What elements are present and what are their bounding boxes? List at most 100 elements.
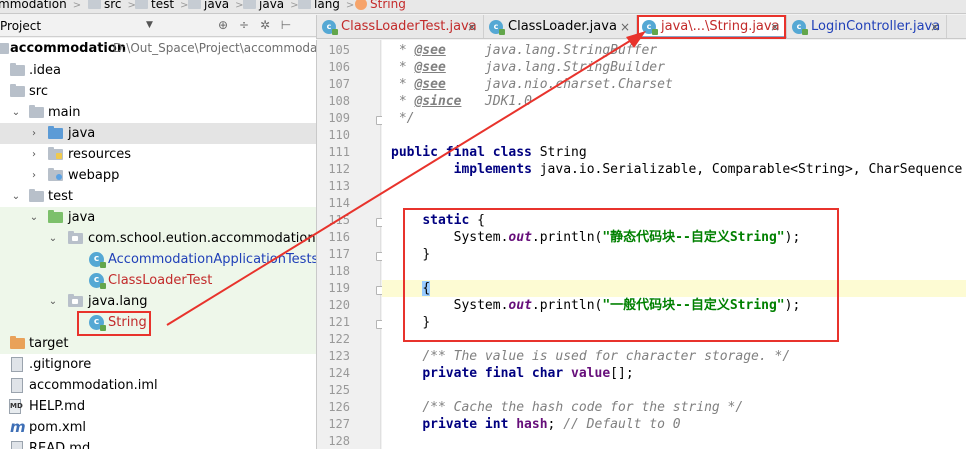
chevron-down-icon[interactable]: ⌄ bbox=[10, 102, 22, 123]
code-line-126: /** Cache the hash code for the string *… bbox=[422, 400, 744, 415]
tree-node-webapp[interactable]: › webapp bbox=[0, 165, 316, 186]
line-number: 107 bbox=[328, 77, 350, 91]
line-number: 122 bbox=[328, 332, 350, 346]
line-number: 123 bbox=[328, 349, 350, 363]
breadcrumb-item-string[interactable]: String bbox=[355, 0, 406, 12]
package-icon bbox=[68, 231, 83, 244]
collapse-all-icon[interactable]: ÷ bbox=[236, 17, 252, 33]
gear-icon[interactable]: ✲ bbox=[257, 17, 273, 33]
resources-folder-icon bbox=[48, 147, 63, 160]
line-number: 105 bbox=[328, 43, 350, 57]
source-folder-icon bbox=[48, 126, 63, 139]
close-icon[interactable]: × bbox=[620, 15, 630, 38]
line-number: 125 bbox=[328, 383, 350, 397]
line-number: 117 bbox=[328, 247, 350, 261]
tree-node-string[interactable]: c String bbox=[0, 312, 316, 333]
class-icon bbox=[355, 0, 367, 10]
tree-node-target[interactable]: target bbox=[0, 333, 316, 354]
tab-string[interactable]: c java\...\String.java × bbox=[637, 15, 787, 38]
tree-node-package[interactable]: ⌄ com.school.eution.accommodation bbox=[0, 228, 316, 249]
tree-node-main[interactable]: ⌄ main bbox=[0, 102, 316, 123]
breadcrumb-item-lang[interactable]: lang > bbox=[298, 0, 354, 12]
code-line-109: */ bbox=[391, 111, 415, 126]
folder-icon bbox=[188, 0, 201, 9]
line-number: 127 bbox=[328, 417, 350, 431]
project-view-selector[interactable]: Project bbox=[0, 19, 41, 33]
breadcrumb-item-java[interactable]: java > bbox=[188, 0, 244, 12]
chevron-down-icon[interactable]: ▼ bbox=[146, 20, 153, 30]
project-panel-header: Project ▼ ⊕ ÷ ✲ ⊢ bbox=[0, 15, 316, 37]
tree-node-read-md[interactable]: READ.md bbox=[0, 438, 316, 449]
line-number: 115 bbox=[328, 213, 350, 227]
close-icon[interactable]: × bbox=[930, 15, 940, 38]
breadcrumb-item-java-pkg[interactable]: java > bbox=[243, 0, 299, 12]
close-icon[interactable]: × bbox=[770, 15, 780, 38]
tab-classloadertest[interactable]: c ClassLoaderTest.java × bbox=[317, 15, 484, 38]
chevron-right-icon[interactable]: › bbox=[28, 165, 40, 186]
editor-gutter[interactable]: 105 106 107 108 109 110 111 112 113 114 … bbox=[316, 40, 385, 449]
tab-logincontroller[interactable]: c LoginController.java × bbox=[787, 15, 947, 38]
code-line-123: /** The value is used for character stor… bbox=[422, 349, 791, 364]
tree-node-idea[interactable]: .idea bbox=[0, 60, 316, 81]
tab-classloader[interactable]: c ClassLoader.java × bbox=[484, 15, 637, 38]
line-number: 114 bbox=[328, 196, 350, 210]
line-number: 120 bbox=[328, 298, 350, 312]
tree-node-classloadertest[interactable]: c ClassLoaderTest bbox=[0, 270, 316, 291]
package-icon bbox=[68, 294, 83, 307]
breadcrumb-item-project[interactable]: mmodation > bbox=[0, 0, 81, 12]
line-number: 128 bbox=[328, 434, 350, 448]
chevron-right-icon[interactable]: › bbox=[28, 123, 40, 144]
class-icon: c bbox=[792, 20, 808, 35]
locate-icon[interactable]: ⊕ bbox=[215, 17, 231, 33]
file-icon bbox=[11, 357, 23, 372]
chevron-down-icon[interactable]: ⌄ bbox=[47, 291, 59, 312]
code-editor[interactable]: * @see java.lang.StringBuffer * @see jav… bbox=[382, 40, 966, 449]
tree-node-pom[interactable]: m pom.xml bbox=[0, 417, 316, 438]
folder-icon bbox=[10, 84, 25, 97]
tree-node-iml[interactable]: accommodation.iml bbox=[0, 375, 316, 396]
code-line-119: { bbox=[382, 280, 966, 297]
code-line-105: * @see java.lang.StringBuffer bbox=[391, 43, 658, 58]
tree-node-main-java[interactable]: › java bbox=[0, 123, 316, 144]
code-line-111: public final class String bbox=[391, 145, 587, 160]
chevron-right-icon[interactable]: › bbox=[28, 144, 40, 165]
chevron-down-icon[interactable]: ⌄ bbox=[47, 228, 59, 249]
hide-panel-icon[interactable]: ⊢ bbox=[278, 17, 294, 33]
line-number: 126 bbox=[328, 400, 350, 414]
close-icon[interactable]: × bbox=[467, 15, 477, 38]
line-number: 106 bbox=[328, 60, 350, 74]
line-number: 124 bbox=[328, 366, 350, 380]
tree-node-gitignore[interactable]: .gitignore bbox=[0, 354, 316, 375]
breadcrumb: mmodation > src > test > java > java > lang > … bbox=[0, 0, 966, 14]
breadcrumb-item-src[interactable]: src > bbox=[88, 0, 136, 12]
class-icon: c bbox=[322, 20, 338, 35]
chevron-down-icon[interactable]: ⌄ bbox=[10, 186, 22, 207]
markdown-file-icon: MD bbox=[9, 399, 23, 414]
class-icon: c bbox=[642, 20, 658, 35]
folder-icon bbox=[29, 189, 44, 202]
excluded-folder-icon bbox=[10, 336, 25, 349]
breadcrumb-item-test[interactable]: test > bbox=[135, 0, 188, 12]
class-icon: c bbox=[89, 315, 106, 331]
tree-node-test[interactable]: ⌄ test bbox=[0, 186, 316, 207]
tree-node-accommodation[interactable]: accommodation D:\Out_Space\Project\accom… bbox=[0, 38, 316, 59]
code-line-108: * @since JDK1.0 bbox=[391, 94, 532, 109]
tree-node-src[interactable]: src bbox=[0, 81, 316, 102]
line-number: 119 bbox=[328, 281, 350, 295]
file-icon bbox=[11, 441, 23, 449]
tree-node-help-md[interactable]: MD HELP.md bbox=[0, 396, 316, 417]
package-icon bbox=[298, 0, 311, 9]
package-icon bbox=[243, 0, 256, 9]
tree-node-test-java[interactable]: ⌄ java bbox=[0, 207, 316, 228]
maven-icon: m bbox=[10, 418, 26, 436]
tree-node-java-lang[interactable]: ⌄ java.lang bbox=[0, 291, 316, 312]
code-line-107: * @see java.nio.charset.Charset bbox=[391, 77, 673, 92]
tree-node-accommodation-tests[interactable]: c AccommodationApplicationTests bbox=[0, 249, 316, 270]
tree-node-resources[interactable]: › resources bbox=[0, 144, 316, 165]
folder-icon bbox=[29, 105, 44, 118]
code-line-124: private final char value[]; bbox=[422, 366, 634, 381]
class-icon: c bbox=[89, 273, 106, 289]
class-icon: c bbox=[489, 20, 505, 35]
code-line-121: } bbox=[422, 315, 431, 330]
chevron-down-icon[interactable]: ⌄ bbox=[28, 207, 40, 228]
